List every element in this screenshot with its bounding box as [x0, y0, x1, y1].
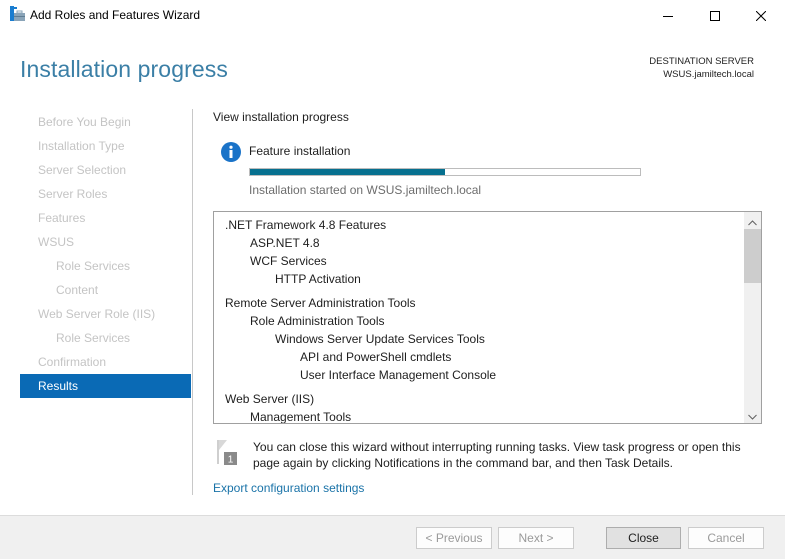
minimize-icon	[663, 6, 673, 25]
notification-badge: 1	[228, 455, 234, 466]
sidebar-item-role-services[interactable]: Role Services	[20, 254, 191, 278]
wizard-steps-nav: Before You Begin Installation Type Server …	[20, 110, 191, 398]
cancel-button[interactable]: Cancel	[688, 527, 764, 549]
results-list-box[interactable]: .NET Framework 4.8 Features ASP.NET 4.8 WC…	[213, 211, 762, 424]
maximize-icon	[710, 6, 720, 25]
result-item: WCF Services	[250, 254, 327, 268]
destination-server-label: DESTINATION SERVER	[649, 56, 754, 67]
close-button[interactable]: Close	[606, 527, 681, 549]
sidebar-item-results[interactable]: Results	[20, 374, 191, 398]
wizard-footer: < Previous Next > Close Cancel	[0, 515, 785, 559]
scroll-down-button[interactable]	[744, 406, 761, 423]
result-item: ASP.NET 4.8	[250, 236, 320, 250]
sidebar-divider	[192, 109, 193, 495]
chevron-down-icon	[748, 405, 757, 423]
sidebar-item-features[interactable]: Features	[20, 206, 191, 230]
installation-status-text: Installation started on WSUS.jamiltech.l…	[249, 183, 482, 197]
sidebar-item-before-you-begin[interactable]: Before You Begin	[20, 110, 191, 134]
scroll-thumb[interactable]	[744, 229, 761, 283]
result-item: Management Tools	[250, 410, 352, 423]
result-item: .NET Framework 4.8 Features	[225, 218, 387, 232]
result-item: User Interface Management Console	[300, 368, 497, 382]
notification-flag-icon: 1	[215, 440, 241, 466]
progress-fill	[250, 169, 445, 175]
result-item: Windows Server Update Services Tools	[275, 332, 485, 346]
results-list: .NET Framework 4.8 Features ASP.NET 4.8 WC…	[214, 212, 744, 423]
chevron-up-icon	[748, 212, 757, 230]
close-icon	[755, 6, 767, 25]
destination-server-value: WSUS.jamiltech.local	[663, 69, 754, 80]
export-configuration-link[interactable]: Export configuration settings	[213, 481, 364, 495]
result-item: Role Administration Tools	[250, 314, 385, 328]
previous-button[interactable]: < Previous	[416, 527, 492, 549]
server-manager-wizard-icon	[9, 6, 25, 22]
page-title: Installation progress	[20, 56, 228, 82]
results-scrollbar[interactable]	[744, 212, 761, 423]
installation-progress-bar	[249, 168, 641, 176]
minimize-button[interactable]	[645, 0, 691, 31]
sidebar-item-server-selection[interactable]: Server Selection	[20, 158, 191, 182]
window-title: Add Roles and Features Wizard	[30, 8, 201, 22]
section-title: View installation progress	[213, 110, 349, 124]
scroll-up-button[interactable]	[744, 212, 761, 229]
sidebar-item-installation-type[interactable]: Installation Type	[20, 134, 191, 158]
result-item: API and PowerShell cmdlets	[300, 350, 452, 364]
title-bar: Add Roles and Features Wizard	[0, 0, 785, 31]
sidebar-item-content[interactable]: Content	[20, 278, 191, 302]
result-item: Web Server (IIS)	[225, 392, 315, 406]
sidebar-item-wsus[interactable]: WSUS	[20, 230, 191, 254]
next-button[interactable]: Next >	[498, 527, 574, 549]
result-item: Remote Server Administration Tools	[225, 296, 416, 310]
notice-text: You can close this wizard without interr…	[253, 440, 741, 470]
close-window-button[interactable]	[738, 0, 784, 31]
sidebar-item-server-roles[interactable]: Server Roles	[20, 182, 191, 206]
info-icon	[221, 142, 241, 162]
result-item: HTTP Activation	[275, 272, 361, 286]
sidebar-item-web-server-role-iis[interactable]: Web Server Role (IIS)	[20, 302, 191, 326]
feature-installation-label: Feature installation	[249, 144, 351, 158]
maximize-button[interactable]	[692, 0, 738, 31]
sidebar-item-confirmation[interactable]: Confirmation	[20, 350, 191, 374]
sidebar-item-role-services[interactable]: Role Services	[20, 326, 191, 350]
wizard-window: Add Roles and Features Wizard Installati…	[0, 0, 785, 559]
